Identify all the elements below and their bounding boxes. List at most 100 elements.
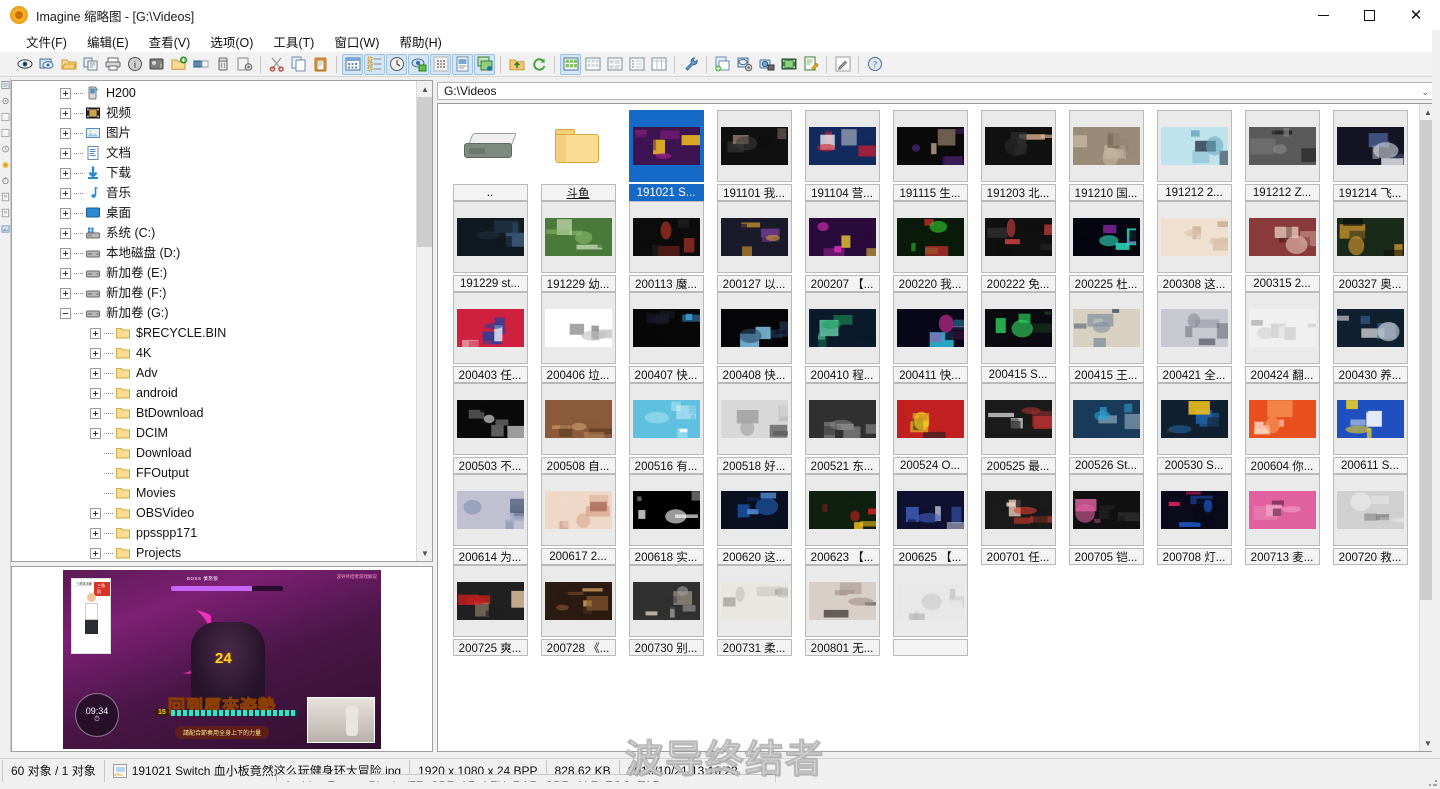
image-thumb[interactable] xyxy=(980,474,1056,546)
thumbnail-item[interactable]: 200411 快... xyxy=(886,292,974,383)
thumbnail-item[interactable]: 200705 铠... xyxy=(1062,474,1150,565)
tree-node[interactable]: 文档 xyxy=(12,143,417,163)
image-thumb[interactable] xyxy=(892,474,968,546)
tree-expander[interactable] xyxy=(60,227,71,239)
new-folder-icon[interactable] xyxy=(168,54,189,75)
tree-node[interactable]: 系统 (C:) xyxy=(12,223,417,243)
settings-strip-icon[interactable] xyxy=(1,96,10,106)
image-thumb[interactable] xyxy=(1156,383,1232,455)
flower-strip-icon[interactable] xyxy=(1,160,10,170)
tree-node[interactable]: Adv xyxy=(12,363,417,383)
tree-node[interactable]: FFOutput xyxy=(12,463,417,483)
folder-thumb[interactable] xyxy=(541,110,616,182)
thumbnail-item[interactable]: 200521 东... xyxy=(798,383,886,474)
thumbnail-item[interactable]: 200725 爽... xyxy=(446,565,534,656)
image-thumb[interactable] xyxy=(628,110,704,182)
thumbnail-item[interactable]: 200623 【... xyxy=(798,474,886,565)
tree-node[interactable]: BtDownload xyxy=(12,403,417,423)
edit-note-icon[interactable] xyxy=(800,54,821,75)
paste-icon[interactable] xyxy=(310,54,331,75)
tree-expander[interactable] xyxy=(60,267,71,279)
multi-image-icon[interactable] xyxy=(474,53,495,75)
tree-expander[interactable] xyxy=(60,147,71,159)
tree-expander[interactable] xyxy=(90,407,101,419)
image-thumb[interactable] xyxy=(452,383,528,455)
tree-scroll-down-button[interactable]: ▼ xyxy=(417,545,432,561)
tree-expander[interactable] xyxy=(60,167,71,179)
tree-node[interactable]: 新加卷 (E:) xyxy=(12,263,417,283)
thumbnail-item[interactable]: 200225 杜... xyxy=(1062,201,1150,292)
refresh-icon[interactable] xyxy=(528,54,549,75)
image-thumb[interactable] xyxy=(540,565,616,637)
thumbnail-item[interactable]: 200524 O... xyxy=(886,383,974,474)
thumbnail-item[interactable]: 200508 自... xyxy=(534,383,622,474)
thumbnail-item[interactable]: 191104 营... xyxy=(798,110,886,201)
tree-node[interactable]: 图片 xyxy=(12,123,417,143)
image-thumb[interactable] xyxy=(804,474,880,546)
thumbnail-item[interactable]: 200327 奥... xyxy=(1326,201,1414,292)
thumbnail-item[interactable]: 191101 我... xyxy=(710,110,798,201)
tree-node[interactable]: Projects xyxy=(12,543,417,561)
tree-expander[interactable] xyxy=(90,327,101,339)
folder-tree-panel[interactable]: H200 视频 图片 文档 下载 音乐 桌面 系统 (C:) 本地磁盘 (D:) 新加卷 (E:)… xyxy=(11,80,433,562)
image-thumb[interactable] xyxy=(804,292,880,364)
tree-expander[interactable] xyxy=(60,207,71,219)
tree-node[interactable]: ppsspp171 xyxy=(12,523,417,543)
image-thumb[interactable] xyxy=(1244,201,1320,273)
image-thumb[interactable] xyxy=(892,383,968,455)
tree-node[interactable]: 新加卷 (F:) xyxy=(12,283,417,303)
tree-expander[interactable] xyxy=(60,307,71,319)
properties-icon[interactable] xyxy=(234,54,255,75)
tree-expander[interactable] xyxy=(60,247,71,259)
thumbnail-item[interactable]: 200516 有... xyxy=(622,383,710,474)
thumbnail-item[interactable]: 200407 快... xyxy=(622,292,710,383)
tree-expander[interactable] xyxy=(60,87,71,99)
image-thumb[interactable] xyxy=(1332,292,1408,364)
thumbnail-item[interactable]: 200308 这... xyxy=(1150,201,1238,292)
thumbnail-item[interactable]: 200503 不... xyxy=(446,383,534,474)
add-image-icon[interactable] xyxy=(712,54,733,75)
tree-expander[interactable] xyxy=(90,367,101,379)
image-thumb[interactable] xyxy=(540,292,616,364)
thumbnail-item[interactable]: 200421 全... xyxy=(1150,292,1238,383)
image-thumb[interactable] xyxy=(804,565,880,637)
paint-icon[interactable] xyxy=(832,54,853,75)
thumbnail-item[interactable]: 200604 你... xyxy=(1238,383,1326,474)
thumbnail-item[interactable]: 200518 好... xyxy=(710,383,798,474)
thumbnail-item[interactable]: 200127 以... xyxy=(710,201,798,292)
path-bar[interactable]: G:\Videos ⌄ xyxy=(437,82,1436,100)
image-info-icon[interactable]: i xyxy=(146,54,167,75)
maximize-button[interactable] xyxy=(1346,0,1392,30)
image-thumb[interactable] xyxy=(452,565,528,637)
image-strip-icon[interactable] xyxy=(0,224,10,234)
thumbnail-item[interactable]: 200410 程... xyxy=(798,292,886,383)
image-thumb[interactable] xyxy=(1244,474,1320,546)
thumbnail-item[interactable]: 191021 S... xyxy=(622,110,710,201)
clock-strip-icon[interactable] xyxy=(1,144,10,154)
image-thumb[interactable] xyxy=(716,292,792,364)
thumbnail-item[interactable]: 200731 柔... xyxy=(710,565,798,656)
image-thumb[interactable] xyxy=(1068,201,1144,273)
tree-node[interactable]: 桌面 xyxy=(12,203,417,223)
image-thumb[interactable] xyxy=(892,292,968,364)
thumbnail-item[interactable]: 200730 别... xyxy=(622,565,710,656)
info-icon[interactable]: i xyxy=(124,54,145,75)
menu-help[interactable]: 帮助(H) xyxy=(389,30,451,53)
image-thumb[interactable] xyxy=(628,474,704,546)
image-thumb[interactable] xyxy=(628,292,704,364)
list-strip-icon[interactable] xyxy=(0,80,10,90)
thumbnail-item[interactable]: 200222 免... xyxy=(974,201,1062,292)
image-thumb[interactable] xyxy=(716,110,792,182)
tree-node[interactable]: DCIM xyxy=(12,423,417,443)
tree-node[interactable]: android xyxy=(12,383,417,403)
thumbnail-item[interactable]: 200207 【... xyxy=(798,201,886,292)
tree-scroll-thumb[interactable] xyxy=(417,97,432,247)
thumbnail-item[interactable]: 191212 Z... xyxy=(1238,110,1326,201)
view-image-icon[interactable] xyxy=(14,54,35,75)
image-thumb[interactable] xyxy=(628,383,704,455)
minimize-button[interactable] xyxy=(1300,0,1346,30)
thumbnail-item[interactable]: 200617 2... xyxy=(534,474,622,565)
cut-icon[interactable] xyxy=(266,54,287,75)
gear-strip-icon[interactable] xyxy=(1,176,10,186)
thumbnail-item[interactable]: 200701 任... xyxy=(974,474,1062,565)
